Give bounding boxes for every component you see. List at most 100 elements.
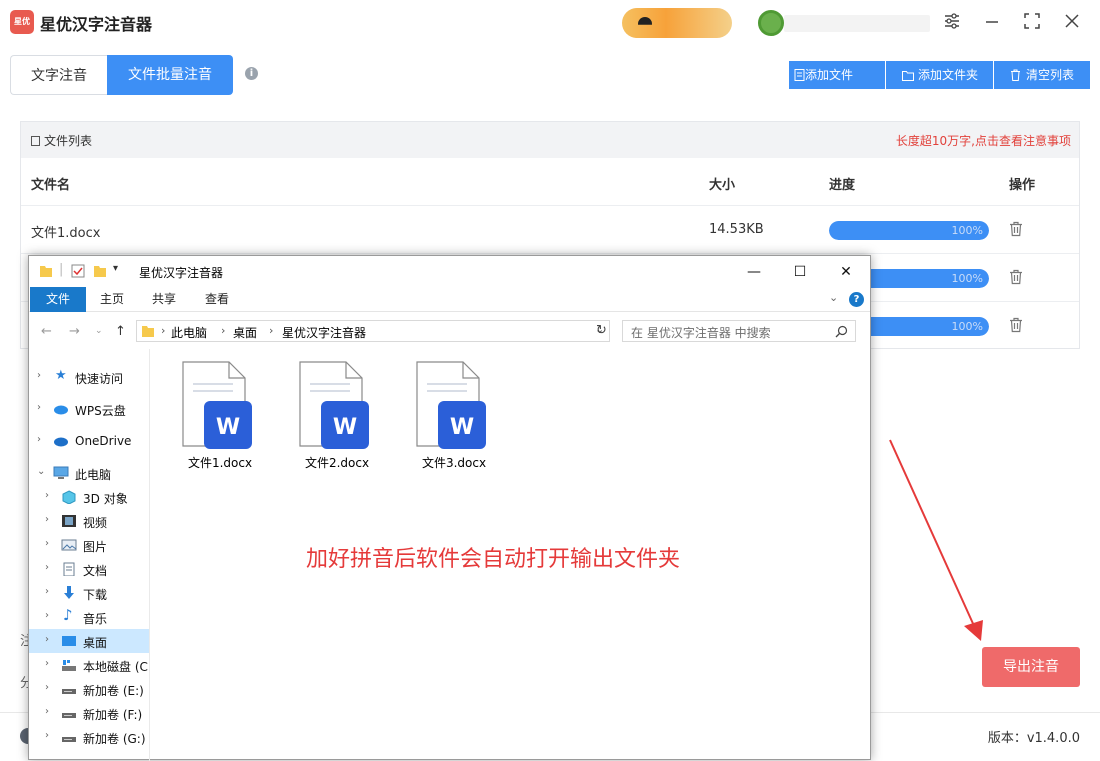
properties-icon[interactable] <box>71 264 85 278</box>
add-folder-button[interactable]: 添加文件夹 <box>886 61 993 89</box>
folder-icon <box>902 61 914 92</box>
address-part[interactable]: 桌面 <box>233 324 257 341</box>
nav-item-volume-e[interactable]: › 新加卷 (E:) <box>29 677 149 701</box>
tab-text-annotation[interactable]: 文字注音 <box>10 55 107 95</box>
explorer-close-icon[interactable]: ✕ <box>823 259 869 285</box>
progress-bar: 100% <box>829 221 989 240</box>
cloud-icon <box>54 405 68 415</box>
up-arrow-icon[interactable]: ↑ <box>115 324 126 339</box>
ribbon-tab-view[interactable]: 查看 <box>196 287 238 312</box>
search-icon[interactable] <box>835 325 848 338</box>
nav-item-downloads[interactable]: › 下载 <box>29 581 149 605</box>
ribbon-expand-icon[interactable]: ⌄ <box>829 291 838 304</box>
quick-access-dropdown-icon[interactable]: ▾ <box>113 263 118 274</box>
delete-icon[interactable] <box>1009 317 1023 333</box>
ribbon-tab-share[interactable]: 共享 <box>143 287 185 312</box>
search-placeholder: 在 星优汉字注音器 中搜索 <box>631 326 771 340</box>
drive-icon <box>62 713 76 718</box>
document-icon <box>63 562 75 576</box>
forward-arrow-icon[interactable]: → <box>69 324 80 339</box>
nav-item-desktop[interactable]: › 桌面 <box>29 629 149 653</box>
ribbon-tab-file[interactable]: 文件 <box>30 287 86 312</box>
tab-batch-annotation[interactable]: 文件批量注音 <box>107 55 233 95</box>
info-icon[interactable]: i <box>245 67 258 80</box>
address-bar[interactable]: › 此电脑 › 桌面 › 星优汉字注音器 ⌄ <box>136 320 610 342</box>
progress-label: 100% <box>951 320 983 333</box>
explorer-maximize-icon[interactable]: ☐ <box>777 259 823 285</box>
file-list-title: 文件列表 <box>31 132 92 149</box>
clear-list-button[interactable]: 清空列表 <box>994 61 1090 89</box>
minimize-icon[interactable] <box>981 12 1003 34</box>
column-progress: 进度 <box>829 178 856 193</box>
ribbon-tabs: 文件 主页 共享 查看 ⌄ ? <box>29 287 870 312</box>
file-name: 文件2.docx <box>304 456 370 470</box>
nav-item-volume-f[interactable]: › 新加卷 (F:) <box>29 701 149 725</box>
delete-icon[interactable] <box>1009 221 1023 237</box>
file-list-title-text: 文件列表 <box>44 134 93 148</box>
nav-item-documents[interactable]: › 文档 <box>29 557 149 581</box>
cube-icon <box>62 490 76 504</box>
nav-item-pictures[interactable]: › 图片 <box>29 533 149 557</box>
delete-icon[interactable] <box>1009 269 1023 285</box>
explorer-minimize-icon[interactable]: — <box>731 259 777 285</box>
onedrive-icon <box>54 437 68 447</box>
progress-label: 100% <box>951 224 983 237</box>
trash-icon <box>1010 61 1021 92</box>
file-explorer-window: | ▾ 星优汉字注音器 — ☐ ✕ 文件 主页 共享 查看 ⌄ ? ← → ⌄ … <box>28 255 871 761</box>
add-file-label: 添加文件 <box>805 68 854 82</box>
nav-item-videos[interactable]: › 视频 <box>29 509 149 533</box>
export-button[interactable]: 导出注音 <box>982 647 1080 687</box>
explorer-title: 星优汉字注音器 <box>139 266 224 280</box>
app-logo-icon: 星优 <box>10 10 34 34</box>
search-input[interactable]: 在 星优汉字注音器 中搜索 <box>622 320 856 342</box>
svg-text:W: W <box>333 415 357 440</box>
nav-item-wps-cloud[interactable]: › WPS云盘 <box>29 397 149 421</box>
address-separator: › <box>221 324 226 337</box>
video-icon <box>62 515 76 527</box>
nav-item-quick-access[interactable]: › ★ 快速访问 <box>29 365 149 389</box>
refresh-icon[interactable]: ↻ <box>596 323 607 338</box>
close-icon[interactable] <box>1061 12 1083 34</box>
file-item[interactable]: W 文件2.docx <box>290 354 384 474</box>
annotation-text: 加好拼音后软件会自动打开输出文件夹 <box>306 547 681 572</box>
file-item[interactable]: W 文件3.docx <box>407 354 501 474</box>
nav-item-volume-g[interactable]: › 新加卷 (G:) <box>29 725 149 749</box>
ribbon-tab-home[interactable]: 主页 <box>91 287 133 312</box>
length-note-link[interactable]: 长度超10万字,点击查看注意事项 <box>896 132 1071 149</box>
app-titlebar: 星优 星优汉字注音器 <box>0 0 1100 46</box>
app-title: 星优汉字注音器 <box>40 15 153 34</box>
address-part[interactable]: 星优汉字注音器 <box>282 324 366 341</box>
column-actions: 操作 <box>1009 178 1036 193</box>
address-part[interactable]: 此电脑 <box>171 324 207 341</box>
svg-text:W: W <box>216 415 240 440</box>
vip-badge[interactable] <box>622 8 732 38</box>
drive-icon <box>62 689 76 694</box>
nav-item-this-pc[interactable]: ⌄ 此电脑 <box>29 461 149 485</box>
add-file-button[interactable]: 添加文件 <box>789 61 885 89</box>
nav-item-3d-objects[interactable]: › 3D 对象 <box>29 485 149 509</box>
nav-item-local-disk-c[interactable]: › 本地磁盘 (C: <box>29 653 149 677</box>
address-separator: › <box>269 324 274 337</box>
progress-label: 100% <box>951 272 983 285</box>
computer-icon <box>53 466 69 479</box>
settings-icon[interactable] <box>941 12 963 34</box>
new-folder-icon[interactable] <box>93 264 107 278</box>
star-icon: ★ <box>55 368 67 383</box>
back-arrow-icon[interactable]: ← <box>41 324 52 339</box>
clear-list-label: 清空列表 <box>1026 68 1075 82</box>
music-icon: ♪ <box>63 606 73 624</box>
file-item[interactable]: W 文件1.docx <box>173 354 267 474</box>
nav-item-onedrive[interactable]: › OneDrive <box>29 429 149 453</box>
desktop-icon <box>62 636 76 646</box>
file-name: 文件3.docx <box>421 456 487 470</box>
download-icon <box>64 586 74 599</box>
word-document-icon: W <box>182 361 252 449</box>
nav-item-music[interactable]: › ♪ 音乐 <box>29 605 149 629</box>
maximize-icon[interactable] <box>1021 12 1043 34</box>
avatar[interactable] <box>758 10 784 36</box>
add-folder-label: 添加文件夹 <box>918 68 979 82</box>
help-icon[interactable]: ? <box>849 292 864 307</box>
version-label: 版本：v1.4.0.0 <box>987 731 1080 746</box>
file-name: 文件1.docx <box>187 456 253 470</box>
recent-locations-icon[interactable]: ⌄ <box>95 326 103 336</box>
